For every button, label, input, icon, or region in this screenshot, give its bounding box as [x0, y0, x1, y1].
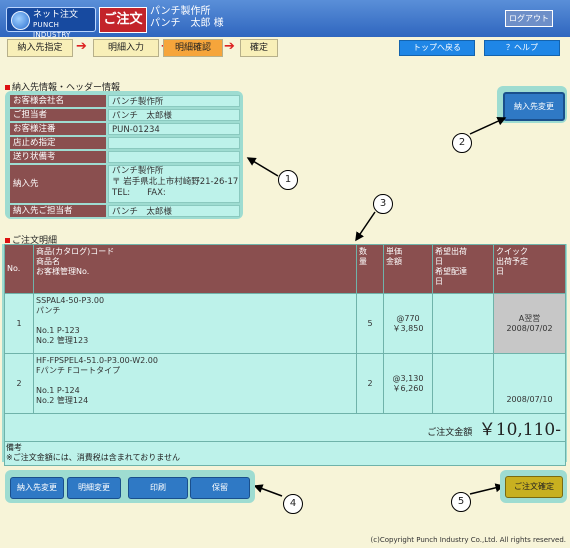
total-value: ￥10,110-: [478, 420, 561, 440]
copyright-text: (c)Copyright Punch Industry Co.,Ltd. All…: [370, 536, 566, 544]
callout-1: 1: [278, 170, 298, 190]
print-button[interactable]: 印刷: [128, 477, 188, 499]
confirm-order-button[interactable]: ご注文確定: [505, 476, 563, 498]
total-row: ご注文金額 ￥10,110-: [4, 413, 566, 442]
callout-4: 4: [283, 494, 303, 514]
col-price: 単価 金額: [383, 244, 433, 294]
row-no: 1: [4, 293, 34, 354]
row-product: HF-FPSPEL4-51.0-P3.00-W2.00 Fパンチ Fコートタイプ…: [33, 353, 357, 414]
row-qty: 2: [356, 353, 384, 414]
hold-button[interactable]: 保留: [190, 477, 250, 499]
row-desired-date: [432, 353, 494, 414]
table-header-row: No. 商品(カタログ)コード 商品名 お客様管理No. 数 量 単価 金額 希…: [4, 244, 566, 294]
col-product: 商品(カタログ)コード 商品名 お客様管理No.: [33, 244, 357, 294]
total-label: ご注文金額: [427, 428, 473, 438]
remarks-label: 備考: [6, 443, 22, 452]
row-desired-date: [432, 293, 494, 354]
callout-3: 3: [373, 194, 393, 214]
col-no: No.: [4, 244, 34, 294]
col-qty: 数 量: [356, 244, 384, 294]
red-square-icon: [5, 238, 10, 243]
order-table: No. 商品(カタログ)コード 商品名 お客様管理No. 数 量 単価 金額 希…: [4, 244, 566, 466]
callout-5: 5: [451, 492, 471, 512]
callout-2: 2: [452, 133, 472, 153]
remarks-text: ※ご注文金額には、消費税は含まれておりません: [6, 453, 180, 462]
row-product: SSPAL4-50-P3.00 パンチ No.1 P-123 No.2 管理12…: [33, 293, 357, 354]
total-cell: ご注文金額 ￥10,110-: [4, 413, 566, 442]
change-delivery-bottom-button[interactable]: 納入先変更: [10, 477, 64, 499]
col-desired-date: 希望出荷 日 希望配達 日: [432, 244, 494, 294]
row-qty: 5: [356, 293, 384, 354]
col-quick-date: クイック 出荷予定 日: [493, 244, 566, 294]
row-quick-date: A翌営 2008/07/02: [493, 293, 566, 354]
row-no: 2: [4, 353, 34, 414]
table-row: 1 SSPAL4-50-P3.00 パンチ No.1 P-123 No.2 管理…: [4, 293, 566, 354]
row-price: @770 ￥3,850: [383, 293, 433, 354]
row-price: @3,130 ￥6,260: [383, 353, 433, 414]
table-row: 2 HF-FPSPEL4-51.0-P3.00-W2.00 Fパンチ Fコートタ…: [4, 353, 566, 414]
change-detail-button[interactable]: 明細変更: [67, 477, 121, 499]
row-quick-date: 2008/07/10: [493, 353, 566, 414]
remarks-row: 備考 ※ご注文金額には、消費税は含まれておりません: [4, 441, 566, 466]
remarks-cell: 備考 ※ご注文金額には、消費税は含まれておりません: [4, 441, 566, 466]
